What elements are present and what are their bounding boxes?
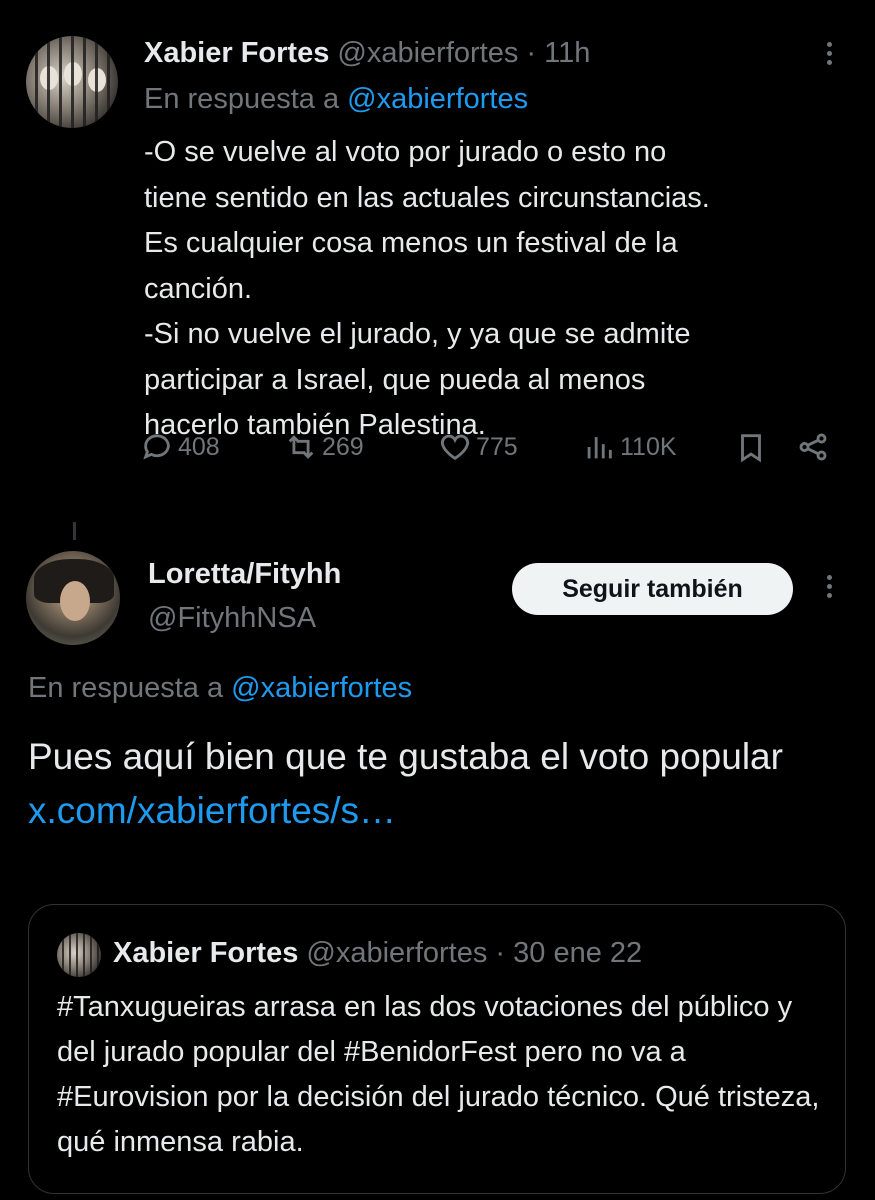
reply-count: 408 bbox=[178, 432, 220, 461]
tweet-body-link[interactable]: x.com/xabierfortes/s… bbox=[28, 784, 828, 838]
author-handle[interactable]: @FityhhNSA bbox=[148, 600, 316, 636]
quoted-tweet[interactable]: Xabier Fortes @xabierfortes · 30 ene 22 … bbox=[28, 904, 846, 1194]
reply-prefix: En respuesta a bbox=[144, 83, 340, 115]
heart-icon bbox=[440, 434, 470, 461]
views-count: 110K bbox=[620, 432, 677, 461]
author-name[interactable]: Loretta/Fityhh bbox=[148, 556, 341, 592]
quote-text: #Tanxugueiras arrasa en las dos votacion… bbox=[57, 991, 820, 1158]
timestamp[interactable]: · 11h bbox=[526, 37, 590, 69]
repost-count: 269 bbox=[322, 432, 364, 461]
avatar-bars bbox=[26, 36, 118, 128]
reply-context: En respuesta a @xabierfortes bbox=[28, 670, 412, 706]
more-options-icon[interactable] bbox=[827, 42, 833, 65]
author-name: Xabier Fortes bbox=[113, 937, 299, 969]
views-icon bbox=[587, 437, 612, 459]
tweet-actions: 408 269 775 110K bbox=[116, 430, 827, 470]
reply-icon bbox=[143, 434, 170, 460]
follow-button[interactable]: Seguir también bbox=[512, 563, 793, 615]
like-button[interactable]: 775 bbox=[438, 430, 518, 464]
tweet-body-text: Pues aquí bien que te gustaba el voto po… bbox=[28, 736, 783, 777]
avatar[interactable] bbox=[26, 551, 120, 645]
reply-context: En respuesta a @xabierfortes bbox=[144, 82, 528, 116]
thread-view: Xabier Fortes @xabierfortes · 11h En res… bbox=[0, 0, 875, 1200]
like-count: 775 bbox=[476, 432, 518, 461]
tweet-text: Pues aquí bien que te gustaba el voto po… bbox=[28, 730, 828, 838]
share-button[interactable] bbox=[796, 430, 830, 464]
reply-button[interactable]: 408 bbox=[140, 430, 220, 464]
author-handle[interactable]: @xabierfortes bbox=[337, 37, 518, 69]
avatar-face bbox=[60, 581, 90, 621]
author-handle: @xabierfortes bbox=[306, 937, 488, 969]
reply-handle-link[interactable]: @xabierfortes bbox=[231, 672, 412, 704]
share-icon bbox=[799, 433, 827, 461]
quote-header: Xabier Fortes @xabierfortes · 30 ene 22 bbox=[113, 935, 642, 971]
timestamp: · 30 ene 22 bbox=[495, 937, 643, 969]
avatar-bars bbox=[57, 933, 101, 977]
avatar bbox=[57, 933, 101, 977]
bookmark-icon bbox=[741, 434, 761, 463]
tweet-header: Xabier Fortes @xabierfortes · 11h bbox=[144, 36, 590, 70]
views-button[interactable]: 110K bbox=[582, 430, 677, 464]
repost-button[interactable]: 269 bbox=[284, 430, 364, 464]
bookmark-button[interactable] bbox=[734, 430, 768, 464]
reply-prefix: En respuesta a bbox=[28, 672, 224, 704]
tweet-text: -O se vuelve al voto por jurado o esto n… bbox=[144, 136, 710, 441]
thread-connector bbox=[73, 522, 76, 540]
author-name[interactable]: Xabier Fortes bbox=[144, 37, 329, 69]
repost-icon bbox=[288, 435, 314, 459]
avatar[interactable] bbox=[26, 36, 118, 128]
more-options-icon[interactable] bbox=[827, 575, 833, 598]
reply-handle-link[interactable]: @xabierfortes bbox=[347, 83, 528, 115]
